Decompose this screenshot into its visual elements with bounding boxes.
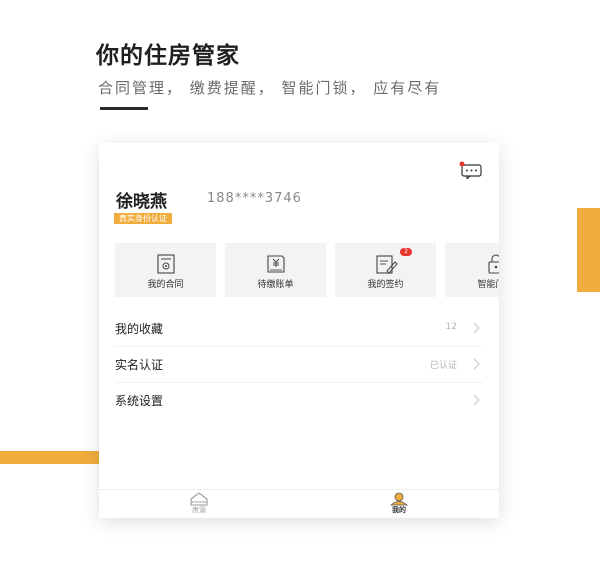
- house-icon: [190, 492, 208, 506]
- accent-block-left: [0, 451, 100, 464]
- menu-item-label: 实名认证: [115, 358, 164, 372]
- hero-title: 你的住房管家: [96, 43, 240, 69]
- tab-listings[interactable]: 房源: [179, 492, 219, 516]
- identity-verified-badge: 真实身份认证: [114, 213, 172, 224]
- chevron-right-icon: [473, 322, 480, 334]
- page: 你的住房管家 合同管理， 缴费提醒， 智能门锁， 应有尽有 徐晓燕 188***…: [0, 0, 600, 566]
- chevron-right-icon: [473, 394, 480, 406]
- shortcut-label: 我的合同: [147, 280, 184, 290]
- user-phone: 188****3746: [207, 191, 302, 206]
- menu-item-system-settings[interactable]: 系统设置: [115, 383, 483, 418]
- settings-menu: 我的收藏 12 实名认证 已认证 系统设置: [115, 311, 483, 418]
- tab-mine[interactable]: 我的: [379, 492, 419, 516]
- signing-count-badge: 2: [400, 248, 412, 256]
- menu-item-real-name-verification[interactable]: 实名认证 已认证: [115, 347, 483, 383]
- tab-label: 我的: [392, 506, 406, 514]
- tab-label: 房源: [192, 506, 206, 514]
- sign-icon: [376, 255, 398, 274]
- chevron-right-icon: [473, 358, 480, 370]
- shortcut-row: 我的合同 待缴账单 2 我的签约 智能: [115, 243, 499, 297]
- favorites-count: 12: [445, 322, 457, 332]
- shortcut-label: 我的签约: [367, 280, 404, 290]
- shortcut-my-signing[interactable]: 2 我的签约: [335, 243, 436, 297]
- accent-block-right: [577, 208, 600, 292]
- menu-item-label: 系统设置: [115, 394, 164, 408]
- shortcut-smart-lock[interactable]: 智能门锁: [445, 243, 499, 297]
- phone-screen: 徐晓燕 188****3746 真实身份认证 我的合同 待缴账单 2 我的签约 …: [99, 143, 499, 518]
- profile-icon: [389, 492, 409, 506]
- shortcut-pending-bill[interactable]: 待缴账单: [225, 243, 326, 297]
- bill-icon: [267, 255, 285, 273]
- bottom-tab-bar: 房源 我的: [99, 489, 499, 518]
- contract-icon: [157, 254, 175, 274]
- user-name: 徐晓燕: [116, 192, 167, 212]
- menu-item-label: 我的收藏: [115, 322, 164, 336]
- verification-status: 已认证: [429, 361, 457, 371]
- menu-item-favorites[interactable]: 我的收藏 12: [115, 311, 483, 347]
- shortcut-my-contract[interactable]: 我的合同: [115, 243, 216, 297]
- shortcut-label: 智能门锁: [477, 280, 499, 290]
- message-button[interactable]: [459, 161, 485, 181]
- title-underline: [100, 107, 148, 110]
- hero-subtitle: 合同管理， 缴费提醒， 智能门锁， 应有尽有: [98, 79, 442, 97]
- chat-bubble-icon: [459, 161, 482, 181]
- smart-lock-icon: [488, 254, 499, 274]
- shortcut-label: 待缴账单: [257, 280, 294, 290]
